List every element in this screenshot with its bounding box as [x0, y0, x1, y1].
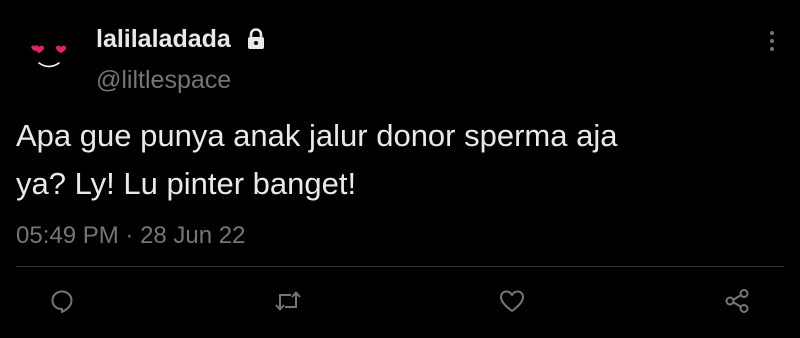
timestamp[interactable]: 05:49 PM · 28 Jun 22: [16, 220, 245, 252]
reply-button[interactable]: [47, 286, 77, 316]
retweet-arrows-icon: [275, 291, 301, 311]
more-options-button[interactable]: [760, 28, 784, 54]
timestamp-separator: ·: [118, 222, 141, 249]
share-nodes-icon: [725, 289, 749, 313]
heart-eyes-face-icon: [31, 45, 66, 68]
heart-outline-icon: [500, 290, 524, 312]
comment-bubble-icon: [51, 290, 73, 313]
divider: [16, 266, 784, 267]
tweet-text-line: ya? Ly! Lu pinter banget!: [16, 166, 357, 201]
share-button[interactable]: [722, 286, 752, 316]
like-button[interactable]: [497, 286, 527, 316]
tweet-time: 05:49 PM: [16, 222, 119, 249]
lock-icon: [246, 28, 266, 55]
tweet-text-line: Apa gue punya anak jalur donor sperma aj…: [16, 118, 618, 153]
display-name[interactable]: lalilaladada: [96, 24, 231, 54]
tweet-card: lalilaladada @liltlespace Apa gue punya …: [0, 0, 800, 338]
vertical-ellipsis-icon: [770, 31, 774, 51]
avatar[interactable]: [16, 20, 80, 84]
retweet-button[interactable]: [273, 286, 303, 316]
tweet-date: 28 Jun 22: [140, 222, 246, 249]
user-handle[interactable]: @liltlespace: [96, 64, 231, 96]
tweet-text: Apa gue punya anak jalur donor sperma aj…: [16, 112, 776, 208]
